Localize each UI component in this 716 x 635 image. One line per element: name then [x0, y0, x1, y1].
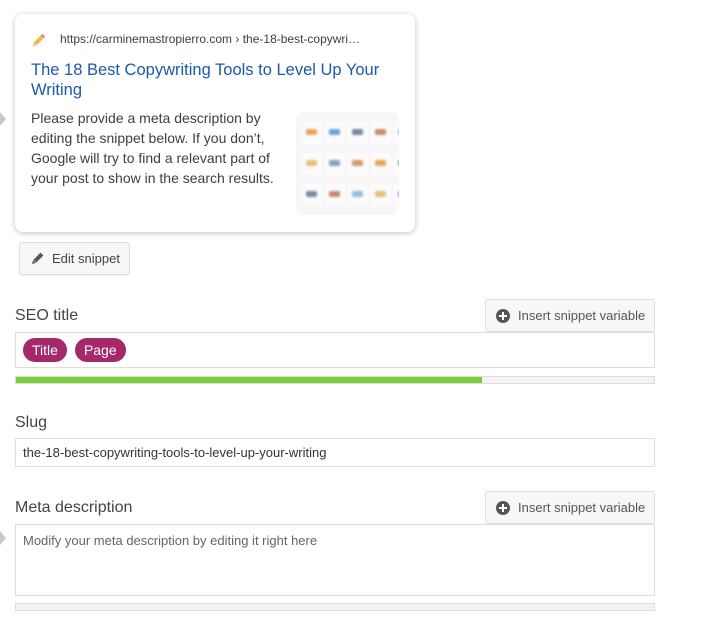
seo-title-progress-fill [16, 377, 482, 383]
insert-variable-label: Insert snippet variable [518, 308, 646, 323]
thumbnail-tile [325, 122, 345, 144]
thumbnail-tile-graphic [306, 191, 317, 197]
thumbnail-tile [371, 122, 391, 144]
meta-description-insert-variable-button[interactable]: Insert snippet variable [485, 491, 655, 524]
thumbnail-tile-graphic [306, 129, 317, 135]
thumbnail-tile-graphic [375, 160, 386, 166]
seo-title-progress-bar [15, 376, 655, 384]
thumbnail-tile-graphic [306, 160, 317, 166]
plus-circle-icon [496, 308, 510, 323]
thumbnail-tile [302, 122, 322, 144]
thumbnail-tile-graphic [352, 160, 363, 166]
thumbnail-tile [348, 184, 368, 206]
thumbnail-tile-graphic [398, 129, 399, 135]
thumbnail-tile [302, 184, 322, 206]
preview-url: https://carminemastropierro.com › the-18… [60, 32, 361, 46]
thumbnail-tile [394, 153, 399, 175]
thumbnail-tile-graphic [375, 191, 386, 197]
thumbnail-tile [371, 184, 391, 206]
seo-title-label: SEO title [15, 307, 79, 324]
insert-variable-label: Insert snippet variable [518, 500, 646, 515]
meta-description-progress-bar [15, 603, 655, 611]
thumbnail-tile [394, 184, 399, 206]
thumbnail-tile [325, 153, 345, 175]
slug-input[interactable]: the-18-best-copywriting-tools-to-level-u… [15, 438, 655, 467]
thumbnail-tile [302, 153, 322, 175]
thumbnail-tile [394, 122, 399, 144]
pencil-emoji-icon [32, 31, 48, 47]
preview-thumbnail [296, 112, 399, 215]
preview-url-row: https://carminemastropierro.com › the-18… [32, 31, 360, 47]
seo-title-insert-variable-button[interactable]: Insert snippet variable [485, 299, 655, 332]
thumbnail-tile-graphic [329, 129, 340, 135]
thumbnail-tile-graphic [329, 191, 340, 197]
thumbnail-tile [371, 153, 391, 175]
plus-circle-icon [496, 500, 510, 515]
thumbnail-tile [325, 184, 345, 206]
edit-snippet-label: Edit snippet [52, 251, 120, 266]
meta-description-label: Meta description [15, 499, 133, 516]
thumbnail-tile-graphic [375, 129, 386, 135]
preview-description: Please provide a meta description by edi… [31, 110, 274, 186]
pencil-icon [32, 252, 44, 264]
thumbnail-tile-graphic [352, 129, 363, 135]
thumbnail-tile-graphic [329, 160, 340, 166]
thumbnail-tile [348, 153, 368, 175]
thumbnail-tile-graphic [398, 191, 399, 197]
preview-title[interactable]: The 18 Best Copywriting Tools to Level U… [31, 60, 391, 100]
preview-side-arrow [0, 112, 6, 126]
thumbnail-tile-graphic [398, 160, 399, 166]
edit-snippet-button[interactable]: Edit snippet [19, 242, 130, 275]
meta-side-arrow [0, 531, 6, 545]
snippet-variable-pill-page[interactable]: Page [74, 338, 126, 362]
thumbnail-tile-graphic [352, 191, 363, 197]
slug-label: Slug [15, 414, 48, 431]
thumbnail-tile [348, 122, 368, 144]
seo-title-input[interactable]: Title Page [15, 332, 655, 368]
snippet-variable-pill-title[interactable]: Title [23, 338, 67, 362]
meta-description-input[interactable]: Modify your meta description by editing … [15, 524, 655, 596]
snippet-preview-card[interactable]: https://carminemastropierro.com › the-18… [15, 14, 415, 232]
